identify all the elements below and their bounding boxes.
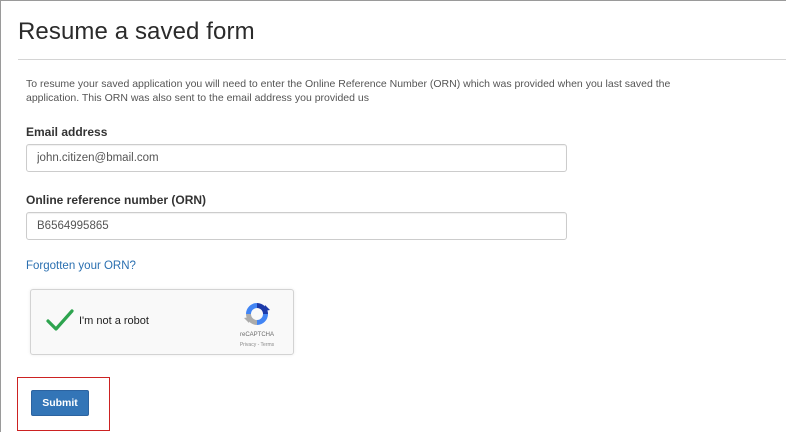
orn-field[interactable]: [26, 212, 567, 240]
orn-label: Online reference number (ORN): [26, 193, 207, 207]
recaptcha-logo-icon: [243, 300, 271, 328]
page-title: Resume a saved form: [18, 18, 255, 45]
submit-button[interactable]: Submit: [31, 390, 89, 416]
email-field[interactable]: [26, 144, 567, 172]
intro-line-1: To resume your saved application you wil…: [26, 78, 671, 90]
forgotten-orn-link[interactable]: Forgotten your ORN?: [26, 260, 136, 272]
intro-line-2: application. This ORN was also sent to t…: [26, 92, 369, 104]
intro-text: To resume your saved application you wil…: [26, 77, 786, 105]
recaptcha-widget: I'm not a robot reCAPTCHA Privacy - Term…: [30, 289, 294, 355]
recaptcha-terms-link[interactable]: Privacy - Terms: [227, 342, 287, 348]
recaptcha-brand: reCAPTCHA: [239, 332, 274, 338]
recaptcha-label: I'm not a robot: [79, 315, 149, 327]
email-label: Email address: [26, 125, 108, 139]
page-frame: Resume a saved form To resume your saved…: [0, 0, 786, 432]
title-divider: [18, 59, 786, 60]
checkmark-icon[interactable]: [45, 308, 75, 334]
